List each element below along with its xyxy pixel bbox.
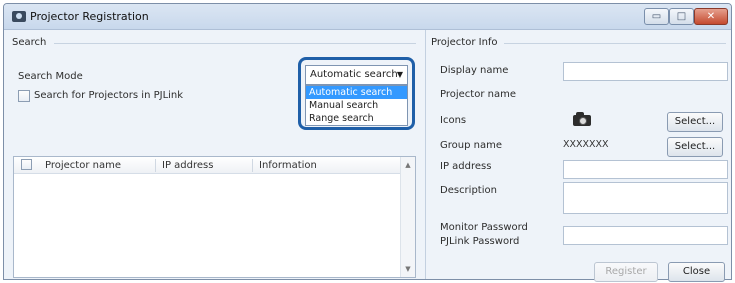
- minimize-icon: ▭: [651, 11, 662, 22]
- column-divider: [155, 159, 156, 172]
- projector-list-table[interactable]: Projector name IP address Information ▲ …: [13, 156, 416, 278]
- close-window-button[interactable]: ✕: [694, 8, 728, 25]
- display-name-field[interactable]: [563, 62, 728, 81]
- projector-name-label: Projector name: [440, 89, 516, 100]
- column-projector-name[interactable]: Projector name: [45, 160, 121, 171]
- description-field[interactable]: [563, 182, 728, 214]
- pjlink-search-checkbox[interactable]: [18, 90, 30, 102]
- icons-select-button[interactable]: Select...: [667, 112, 723, 132]
- scroll-up-icon[interactable]: ▲: [401, 161, 415, 169]
- search-panel: Search Search Mode Search for Projectors…: [4, 30, 425, 279]
- description-label: Description: [440, 185, 497, 196]
- close-icon: ✕: [706, 11, 716, 22]
- projector-registration-window: Projector Registration ▭ □ ✕ Search Sear…: [3, 3, 732, 282]
- display-name-label: Display name: [440, 65, 509, 76]
- group-name-label: Group name: [440, 140, 502, 151]
- table-header: Projector name IP address Information: [14, 157, 415, 174]
- minimize-button[interactable]: ▭: [644, 8, 669, 25]
- search-mode-label: Search Mode: [18, 71, 83, 82]
- projector-icon: [12, 11, 26, 22]
- ip-address-field[interactable]: [563, 160, 728, 179]
- ip-address-label: IP address: [440, 161, 492, 172]
- group-name-value: XXXXXXX: [563, 139, 609, 150]
- monitor-password-label: Monitor Password: [440, 222, 528, 233]
- projector-info-panel: Projector Info Display name Projector na…: [425, 30, 731, 282]
- dropdown-callout-highlight: [298, 57, 415, 130]
- window-title: Projector Registration: [30, 10, 149, 23]
- camera-icon: [573, 112, 591, 126]
- select-all-checkbox[interactable]: [21, 159, 32, 170]
- table-scrollbar[interactable]: ▲ ▼: [400, 157, 415, 277]
- maximize-button[interactable]: □: [669, 8, 694, 25]
- projector-info-group-divider: [504, 43, 726, 44]
- close-button[interactable]: Close: [668, 262, 725, 282]
- pjlink-password-label: PJLink Password: [440, 236, 520, 247]
- column-divider: [252, 159, 253, 172]
- register-button[interactable]: Register: [594, 262, 658, 282]
- projector-info-group-title: Projector Info: [431, 37, 502, 48]
- column-information[interactable]: Information: [259, 160, 317, 171]
- icons-label: Icons: [440, 115, 467, 126]
- password-field[interactable]: [563, 226, 728, 245]
- search-group-divider: [54, 43, 416, 44]
- search-group-title: Search: [12, 37, 51, 48]
- group-select-button[interactable]: Select...: [667, 137, 723, 157]
- column-ip-address[interactable]: IP address: [162, 160, 213, 171]
- title-bar[interactable]: Projector Registration ▭ □ ✕: [4, 4, 731, 30]
- pjlink-search-label: Search for Projectors in PJLink: [34, 90, 184, 101]
- maximize-icon: □: [676, 11, 687, 22]
- scroll-down-icon[interactable]: ▼: [401, 265, 415, 273]
